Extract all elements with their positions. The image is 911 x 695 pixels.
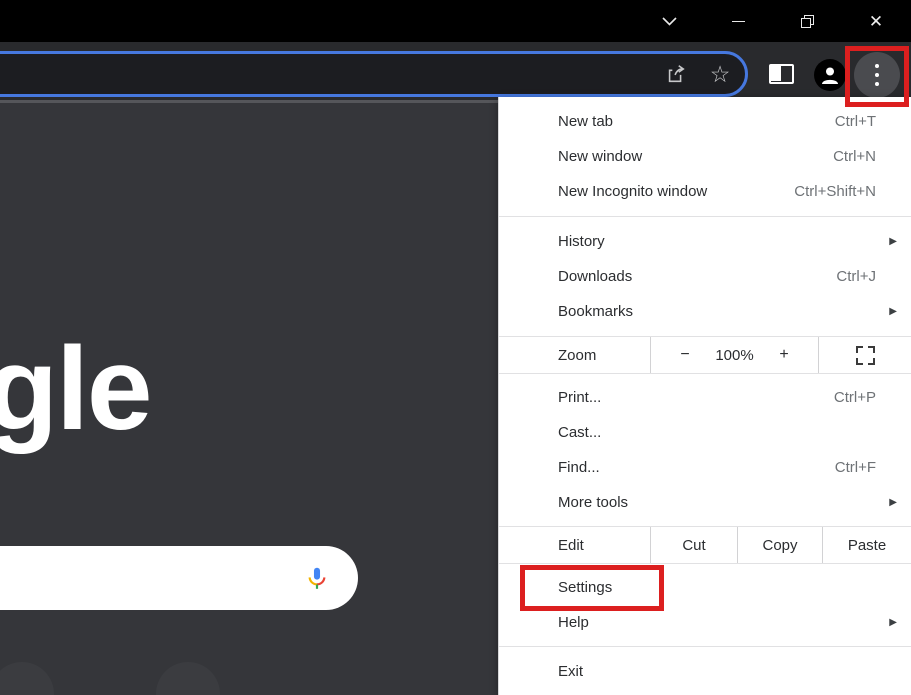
submenu-arrow-icon: ▶ xyxy=(889,306,897,317)
menu-item-history[interactable]: History ▶ xyxy=(499,224,911,259)
avatar-icon xyxy=(818,63,842,87)
shortcut-label: Ctrl+F xyxy=(835,459,876,476)
tab-search-button[interactable] xyxy=(646,0,692,42)
menu-zoom-row: Zoom − 100% + xyxy=(499,337,911,373)
menu-item-help[interactable]: Help ▶ xyxy=(499,605,911,640)
menu-item-new-incognito-window[interactable]: New Incognito window Ctrl+Shift+N xyxy=(499,174,911,209)
zoom-in-button[interactable]: + xyxy=(774,346,794,364)
omnibox[interactable]: ☆ xyxy=(0,51,748,97)
restore-icon xyxy=(801,15,814,28)
paste-button[interactable]: Paste xyxy=(823,527,911,563)
menu-item-print[interactable]: Print... Ctrl+P xyxy=(499,380,911,415)
toolbar: ☆ xyxy=(0,42,911,100)
browser-window: ✕ ☆ xyxy=(0,0,911,695)
shortcut-label: Ctrl+P xyxy=(834,389,876,406)
shortcut-label: Ctrl+N xyxy=(833,148,876,165)
restore-button[interactable] xyxy=(784,0,830,42)
voice-search-mic-icon[interactable] xyxy=(304,565,330,591)
chrome-menu: New tab Ctrl+T New window Ctrl+N New Inc… xyxy=(498,97,911,695)
menu-item-new-window[interactable]: New window Ctrl+N xyxy=(499,139,911,174)
close-button[interactable]: ✕ xyxy=(853,0,899,42)
side-panel-icon xyxy=(769,64,794,84)
menu-item-bookmarks[interactable]: Bookmarks ▶ xyxy=(499,294,911,329)
menu-dots-icon xyxy=(875,64,880,69)
copy-button[interactable]: Copy xyxy=(738,527,823,563)
shortcut-label: Ctrl+J xyxy=(836,268,876,285)
close-icon: ✕ xyxy=(869,13,883,30)
submenu-arrow-icon: ▶ xyxy=(889,497,897,508)
google-logo-partial: gle xyxy=(0,321,151,457)
menu-item-downloads[interactable]: Downloads Ctrl+J xyxy=(499,259,911,294)
menu-item-more-tools[interactable]: More tools ▶ xyxy=(499,485,911,520)
submenu-arrow-icon: ▶ xyxy=(889,236,897,247)
titlebar: ✕ xyxy=(0,0,911,42)
share-icon[interactable] xyxy=(663,61,689,87)
side-panel-button[interactable] xyxy=(758,59,804,89)
cut-button[interactable]: Cut xyxy=(651,527,738,563)
shortcut-label: Ctrl+T xyxy=(835,113,876,130)
fullscreen-button[interactable] xyxy=(819,337,911,373)
menu-item-settings[interactable]: Settings xyxy=(499,570,911,605)
bookmark-star-icon[interactable]: ☆ xyxy=(707,61,733,87)
minimize-icon xyxy=(732,21,745,22)
menu-item-find[interactable]: Find... Ctrl+F xyxy=(499,450,911,485)
minimize-button[interactable] xyxy=(715,0,761,42)
zoom-out-button[interactable]: − xyxy=(675,346,695,364)
menu-dots-button[interactable] xyxy=(854,52,900,98)
zoom-level-value: 100% xyxy=(715,347,753,364)
shortcut-tile[interactable] xyxy=(156,662,220,695)
profile-avatar-button[interactable] xyxy=(814,59,846,91)
submenu-arrow-icon: ▶ xyxy=(889,617,897,628)
zoom-label: Zoom xyxy=(499,337,651,373)
menu-item-cast[interactable]: Cast... xyxy=(499,415,911,450)
fullscreen-icon xyxy=(856,346,875,365)
shortcut-tile[interactable] xyxy=(0,662,54,695)
chevron-down-icon xyxy=(662,17,677,26)
edit-label: Edit xyxy=(499,527,651,563)
menu-item-new-tab[interactable]: New tab Ctrl+T xyxy=(499,104,911,139)
search-input[interactable] xyxy=(0,546,358,610)
shortcut-label: Ctrl+Shift+N xyxy=(794,183,876,200)
menu-edit-row: Edit Cut Copy Paste xyxy=(499,527,911,563)
menu-item-exit[interactable]: Exit xyxy=(499,654,911,689)
